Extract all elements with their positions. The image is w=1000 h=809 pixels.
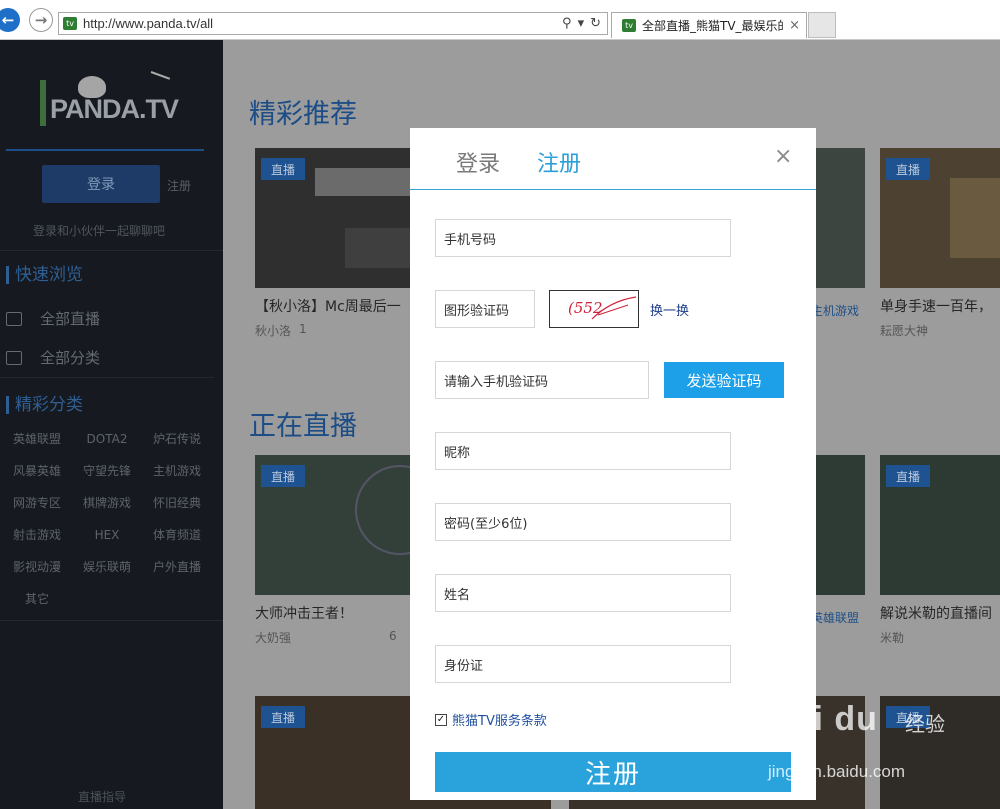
id-card-field[interactable]: 身份证 — [435, 645, 731, 683]
tab-title: 全部直播_熊猫TV_最娱乐的... — [642, 19, 783, 33]
live-badge: 直播 — [886, 158, 930, 180]
search-icon[interactable]: ⚲ — [562, 16, 572, 31]
sidebar: PANDA.TV 登录 注册 登录和小伙伴一起聊聊吧 快速浏览 全部直播 全部分… — [0, 40, 223, 809]
viewer-count: 6 — [389, 629, 397, 643]
watermark-brand: Bai du — [768, 700, 878, 738]
terms-link[interactable]: 熊猫TV服务条款 — [452, 710, 547, 729]
divider — [6, 149, 204, 151]
close-icon[interactable]: × — [774, 146, 792, 168]
viewer-count: 1 — [299, 322, 307, 336]
sidebar-item-label: 全部分类 — [40, 349, 101, 367]
tv-icon — [6, 311, 22, 326]
divider — [0, 620, 223, 621]
category-item[interactable]: 其它 — [6, 588, 68, 610]
stream-thumbnail[interactable]: 直播 — [880, 455, 1000, 595]
tab-close-icon[interactable]: × — [789, 18, 800, 33]
sidebar-item-label: 全部直播 — [40, 310, 101, 328]
category-item[interactable]: 怀旧经典 — [146, 492, 208, 514]
stream-category[interactable]: 主机游戏 — [811, 302, 859, 319]
new-tab-button[interactable] — [808, 12, 836, 38]
browser-chrome: ← → tv http://www.panda.tv/all ⚲ ▾ ↻ tv … — [0, 0, 1000, 40]
category-item[interactable]: 主机游戏 — [146, 460, 208, 482]
sidebar-item-all-live[interactable]: 全部直播 — [6, 308, 100, 329]
name-field[interactable]: 姓名 — [435, 574, 731, 612]
stream-category[interactable]: 英雄联盟 — [811, 609, 859, 626]
sidebar-footer-link[interactable]: 直播指导 — [78, 788, 126, 805]
register-submit-button[interactable]: 注册 — [435, 752, 791, 792]
antenna-icon — [145, 71, 171, 93]
tab-register[interactable]: 注册 — [537, 146, 581, 178]
register-dialog: 登录 注册 × 手机号码 图形验证码 (552 换一换 请输入手机验证码 发送验… — [410, 128, 816, 800]
category-item[interactable]: 英雄联盟 — [6, 428, 68, 450]
live-heading: 正在直播 — [249, 411, 357, 442]
watermark-label: 经验 — [905, 712, 945, 736]
category-item[interactable]: HEX — [76, 524, 138, 546]
category-item[interactable]: 娱乐联萌 — [76, 556, 138, 578]
phone-field[interactable]: 手机号码 — [435, 219, 731, 257]
live-badge: 直播 — [261, 706, 305, 728]
category-item[interactable]: 网游专区 — [6, 492, 68, 514]
category-item[interactable]: 体育频道 — [146, 524, 208, 546]
streamer-name[interactable]: 米勒 — [880, 629, 904, 646]
live-badge: 直播 — [886, 465, 930, 487]
divider — [0, 377, 223, 378]
stream-card[interactable]: 直播 单身手速一百年， 耘愿大神 — [880, 148, 1000, 339]
categories-title: 精彩分类 — [6, 396, 83, 414]
streamer-name[interactable]: 耘愿大神 — [880, 322, 928, 339]
bamboo-icon — [40, 80, 46, 126]
category-item[interactable]: 炉石传说 — [146, 428, 208, 450]
tab-favicon-icon: tv — [622, 19, 636, 32]
stream-thumbnail[interactable]: 直播 — [880, 148, 1000, 288]
category-item[interactable]: 影视动漫 — [6, 556, 68, 578]
dropdown-icon[interactable]: ▾ — [578, 16, 585, 31]
stream-title[interactable]: 解说米勒的直播间 — [880, 603, 1000, 623]
refresh-icon[interactable]: ↻ — [590, 16, 601, 31]
live-badge: 直播 — [261, 158, 305, 180]
sidebar-item-all-categories[interactable]: 全部分类 — [6, 347, 100, 368]
login-tip: 登录和小伙伴一起聊聊吧 — [33, 224, 166, 238]
send-code-button[interactable]: 发送验证码 — [664, 362, 784, 398]
stream-card[interactable]: 直播 解说米勒的直播间 米勒 — [880, 455, 1000, 646]
captcha-refresh-link[interactable]: 换一换 — [650, 300, 689, 319]
tab-login[interactable]: 登录 — [456, 146, 500, 178]
streamer-name[interactable]: 大奶强 — [255, 629, 291, 646]
stream-title[interactable]: 单身手速一百年， — [880, 296, 1000, 316]
category-item[interactable]: 棋牌游戏 — [76, 492, 138, 514]
panda-logo[interactable]: PANDA.TV — [40, 70, 179, 132]
category-item[interactable]: 射击游戏 — [6, 524, 68, 546]
terms-checkbox[interactable]: ✓ — [435, 713, 447, 726]
browser-tab[interactable]: tv 全部直播_熊猫TV_最娱乐的... × — [611, 12, 807, 38]
dialog-tabs: 登录 注册 × — [410, 128, 816, 190]
recommend-heading: 精彩推荐 — [249, 99, 357, 130]
category-item[interactable]: 风暴英雄 — [6, 460, 68, 482]
register-link[interactable]: 注册 — [167, 177, 191, 194]
divider — [0, 250, 223, 251]
watermark-url: jingyan.baidu.com — [768, 762, 906, 781]
url-text[interactable]: http://www.panda.tv/all — [83, 16, 562, 31]
forward-arrow-icon[interactable]: → — [29, 8, 53, 32]
streamer-name[interactable]: 秋小洛 — [255, 322, 291, 339]
category-item[interactable]: DOTA2 — [76, 428, 138, 450]
live-badge: 直播 — [261, 465, 305, 487]
captcha-field[interactable]: 图形验证码 — [435, 290, 535, 328]
grid-icon — [6, 350, 22, 365]
category-list: 英雄联盟 DOTA2 炉石传说 风暴英雄 守望先锋 主机游戏 网游专区 棋牌游戏… — [6, 428, 216, 610]
address-bar[interactable]: tv http://www.panda.tv/all ⚲ ▾ ↻ — [58, 12, 608, 35]
category-item[interactable]: 户外直播 — [146, 556, 208, 578]
logo-text: PANDA.TV — [50, 94, 179, 124]
sms-code-field[interactable]: 请输入手机验证码 — [435, 361, 649, 399]
captcha-image[interactable]: (552 — [549, 290, 639, 328]
terms-agreement: ✓ 熊猫TV服务条款 — [435, 710, 547, 729]
category-item[interactable]: 守望先锋 — [76, 460, 138, 482]
site-favicon-icon: tv — [63, 17, 77, 30]
nickname-field[interactable]: 昵称 — [435, 432, 731, 470]
back-arrow-icon[interactable]: ← — [0, 8, 20, 32]
quick-browse-title: 快速浏览 — [6, 266, 83, 284]
password-field[interactable]: 密码(至少6位) — [435, 503, 731, 541]
login-button[interactable]: 登录 — [42, 165, 160, 203]
